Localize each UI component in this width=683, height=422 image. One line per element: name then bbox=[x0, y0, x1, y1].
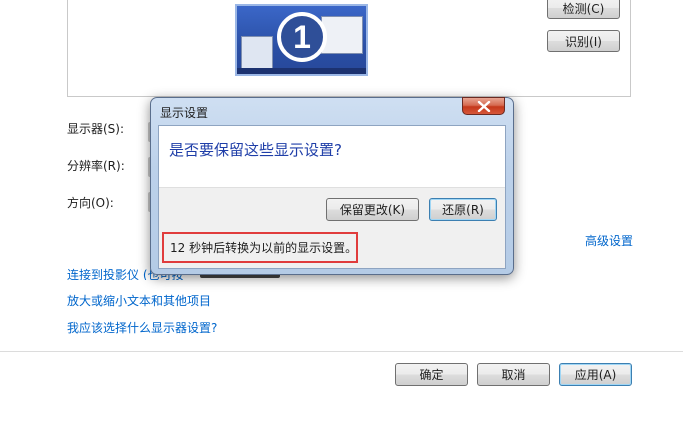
apply-button[interactable]: 应用(A) bbox=[559, 363, 632, 386]
monitor-number-badge: 1 bbox=[277, 12, 327, 62]
preview-window-icon bbox=[241, 36, 273, 70]
footer-separator bbox=[0, 351, 683, 352]
identify-button[interactable]: 识别(I) bbox=[547, 30, 620, 52]
close-button[interactable] bbox=[462, 97, 505, 115]
advanced-settings-link[interactable]: 高级设置 bbox=[585, 232, 633, 249]
countdown-area: 12 秒钟后转换为以前的显示设置。 bbox=[159, 229, 505, 268]
detect-button[interactable]: 检测(C) bbox=[547, 0, 620, 19]
close-icon bbox=[477, 100, 490, 112]
monitor-1-tile[interactable]: 1 bbox=[235, 4, 368, 76]
ok-button[interactable]: 确定 bbox=[395, 363, 468, 386]
text-size-link[interactable]: 放大或缩小文本和其他项目 bbox=[67, 292, 211, 309]
dialog-content: 是否要保留这些显示设置? 保留更改(K) 还原(R) 12 秒钟后转换为以前的显… bbox=[158, 125, 506, 269]
keep-changes-button[interactable]: 保留更改(K) bbox=[326, 198, 419, 221]
dialog-title: 显示设置 bbox=[160, 106, 209, 120]
cancel-button[interactable]: 取消 bbox=[477, 363, 550, 386]
dialog-question: 是否要保留这些显示设置? bbox=[169, 141, 342, 159]
dialog-button-bar: 保留更改(K) 还原(R) bbox=[159, 187, 505, 230]
orientation-label: 方向(O): bbox=[67, 196, 114, 210]
revert-button[interactable]: 还原(R) bbox=[429, 198, 497, 221]
countdown-message: 12 秒钟后转换为以前的显示设置。 bbox=[162, 232, 358, 263]
preview-taskbar bbox=[237, 68, 366, 74]
resolution-label: 分辨率(R): bbox=[67, 159, 125, 173]
display-settings-dialog: 显示设置 是否要保留这些显示设置? 保留更改(K) 还原(R) 12 秒钟后转换… bbox=[150, 97, 514, 275]
which-settings-link[interactable]: 我应该选择什么显示器设置? bbox=[67, 319, 217, 336]
display-label: 显示器(S): bbox=[67, 122, 125, 136]
preview-window-icon bbox=[321, 16, 363, 54]
